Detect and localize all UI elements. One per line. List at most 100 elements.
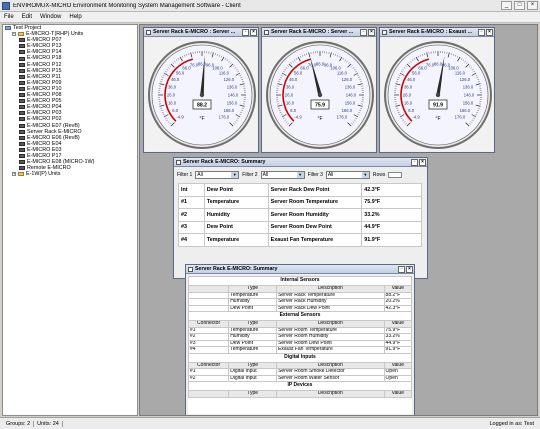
gauge-tick-label: 136.0 xyxy=(227,84,238,89)
menu-help[interactable]: Help xyxy=(69,14,81,20)
section-title: External Sensors xyxy=(188,311,412,321)
gauge-tick-label: 166.0 xyxy=(342,108,353,113)
gauge-tick-label: 6.0 xyxy=(408,108,414,113)
chevron-down-icon: ▼ xyxy=(361,172,369,178)
restore-icon[interactable]: ▫ xyxy=(360,28,367,36)
filter1-label: Filter 1 xyxy=(177,172,193,178)
device-icon xyxy=(19,141,25,146)
filter3-select[interactable]: All ▼ xyxy=(325,171,370,179)
close-icon[interactable]: × xyxy=(250,28,257,36)
device-icon xyxy=(19,154,25,159)
table-row[interactable]: #3 Dew Point Server Room Dew Point 44.9°F xyxy=(178,220,422,234)
tree-node-label: E-1W(P) Units xyxy=(26,171,61,178)
close-icon[interactable]: × xyxy=(406,265,413,273)
device-icon xyxy=(19,93,25,98)
device-icon xyxy=(19,38,25,43)
chevron-down-icon: ▼ xyxy=(231,172,239,178)
close-icon[interactable]: × xyxy=(419,158,426,166)
gauge-tick-label: 26.0 xyxy=(167,93,176,98)
gauge-tick-label: 136.0 xyxy=(463,84,474,89)
gauge-tick-label: 126.0 xyxy=(224,77,235,82)
gauge-frame-3[interactable]: Server Rack E-MICRO : Exaust ... ▫ × -4.… xyxy=(379,27,495,153)
device-icon xyxy=(19,74,25,79)
device-icon xyxy=(19,86,25,91)
gauge-tick-label: 146.0 xyxy=(346,93,357,98)
restore-icon[interactable]: ▫ xyxy=(411,158,418,166)
section-header: Digital Inputs xyxy=(188,352,412,363)
maximize-button[interactable]: □ xyxy=(514,1,525,10)
menu-window[interactable]: Window xyxy=(40,14,61,20)
restore-icon[interactable]: ▫ xyxy=(242,28,249,36)
gauge-frame-2[interactable]: Server Rack E-MICRO : Server ... ▫ × -4.… xyxy=(261,27,377,153)
filter3-value: All xyxy=(327,172,334,178)
expand-toggle-icon[interactable]: − xyxy=(12,32,16,37)
menu-bar: File Edit Window Help xyxy=(0,12,540,23)
close-icon[interactable]: × xyxy=(486,28,493,36)
gauge-tick-label: -4.9 xyxy=(294,114,302,119)
gauge-title-bar[interactable]: Server Rack E-MICRO : Server ... ▫ × xyxy=(262,28,376,37)
table-cell: Exaust Fan Temperature xyxy=(267,233,363,247)
frame-icon xyxy=(188,266,193,272)
restore-icon[interactable]: ▫ xyxy=(398,265,405,273)
rows-slider[interactable] xyxy=(388,172,403,178)
gauge-hub xyxy=(435,92,441,98)
table-cell: 75.9°F xyxy=(361,195,422,209)
table-cell: 44.9°F xyxy=(361,220,422,234)
menu-edit[interactable]: Edit xyxy=(22,14,32,20)
table-cell: Int xyxy=(178,183,205,197)
table-cell: #1 xyxy=(178,195,205,209)
frame-icon xyxy=(382,29,387,35)
filter1-select[interactable]: All ▼ xyxy=(195,171,240,179)
gauge-tick-label: 6.0 xyxy=(290,108,296,113)
filter2-select[interactable]: All ▼ xyxy=(260,171,305,179)
expand-toggle-icon[interactable]: + xyxy=(12,172,16,177)
menu-file[interactable]: File xyxy=(4,14,14,20)
summary-report-title-bar[interactable]: Server Rack E-MICRO: Summary ▫ × xyxy=(186,265,414,274)
app-icon xyxy=(2,1,10,10)
gauge-tick-label: 156.0 xyxy=(345,101,356,106)
gauge-tick-label: 156.0 xyxy=(463,101,474,106)
gauge-frame-1[interactable]: Server Rack E-MICRO : Server ... ▫ × -4.… xyxy=(143,27,259,153)
device-icon xyxy=(19,80,25,85)
table-cell: Server Room Dew Point xyxy=(267,220,363,234)
summary-report-title: Server Rack E-MICRO: Summary xyxy=(195,266,278,272)
table-cell: Temperature xyxy=(203,195,269,209)
restore-icon[interactable]: ▫ xyxy=(478,28,485,36)
gauge-tick-label: 116.0 xyxy=(219,71,230,76)
close-button[interactable]: × xyxy=(527,1,538,10)
section-header: Internal Sensors xyxy=(188,276,412,286)
gauge-tick-label: 6.0 xyxy=(172,108,178,113)
gauge-tick-label: 156.0 xyxy=(227,101,238,106)
summary-report-frame[interactable]: Server Rack E-MICRO: Summary ▫ × Interna… xyxy=(185,264,415,415)
gauge-tick-label: 46.0 xyxy=(289,77,298,82)
summary-table: Int Dew Point Server Rack Dew Point 42.3°F #… xyxy=(178,183,422,247)
gauge-title-bar[interactable]: Server Rack E-MICRO : Server ... ▫ × xyxy=(144,28,258,37)
table-row[interactable]: Int Dew Point Server Rack Dew Point 42.3°F xyxy=(178,183,422,197)
close-icon[interactable]: × xyxy=(368,28,375,36)
summary-title-bar[interactable]: Server Rack E-MICRO: Summary ▫ × xyxy=(174,158,427,167)
frame-icon xyxy=(176,159,181,165)
filter1-value: All xyxy=(197,172,203,178)
minimize-button[interactable]: _ xyxy=(501,1,512,10)
gauge-tick-label: 176.0 xyxy=(219,114,230,119)
tree-group[interactable]: + E-1W(P) Units xyxy=(3,171,137,177)
gauge-title-bar[interactable]: Server Rack E-MICRO : Exaust ... ▫ × xyxy=(380,28,494,37)
gauge-readout: 91.9 xyxy=(433,103,443,109)
table-cell: Temperature xyxy=(203,233,269,247)
table-row[interactable]: #4 Temperature Exaust Fan Temperature 91.9°… xyxy=(178,233,422,247)
gauge-tick-label: 36.0 xyxy=(286,84,295,89)
summary-frame[interactable]: Server Rack E-MICRO: Summary ▫ × Filter … xyxy=(173,157,428,279)
gauge-tick-label: 56.0 xyxy=(294,71,303,76)
table-row[interactable]: #2 Humidity Server Room Humidity 33.2% xyxy=(178,208,422,222)
column-header: Description xyxy=(276,390,385,398)
gauge-tick-label: 146.0 xyxy=(228,93,239,98)
device-icon xyxy=(19,105,25,110)
summary-title: Server Rack E-MICRO: Summary xyxy=(183,159,266,165)
section-title: IP Devices xyxy=(188,381,412,391)
gauge-dial: -4.96.016.026.036.046.056.066.076.086.09… xyxy=(148,41,256,149)
gauge-tick-label: 126.0 xyxy=(342,77,353,82)
table-row[interactable]: #1 Temperature Server Room Temperature 75.9… xyxy=(178,195,422,209)
gauge-tick-label: 46.0 xyxy=(171,77,180,82)
gauge-tick-label: 166.0 xyxy=(224,108,235,113)
column-header-row: Type Description Value xyxy=(188,390,412,398)
